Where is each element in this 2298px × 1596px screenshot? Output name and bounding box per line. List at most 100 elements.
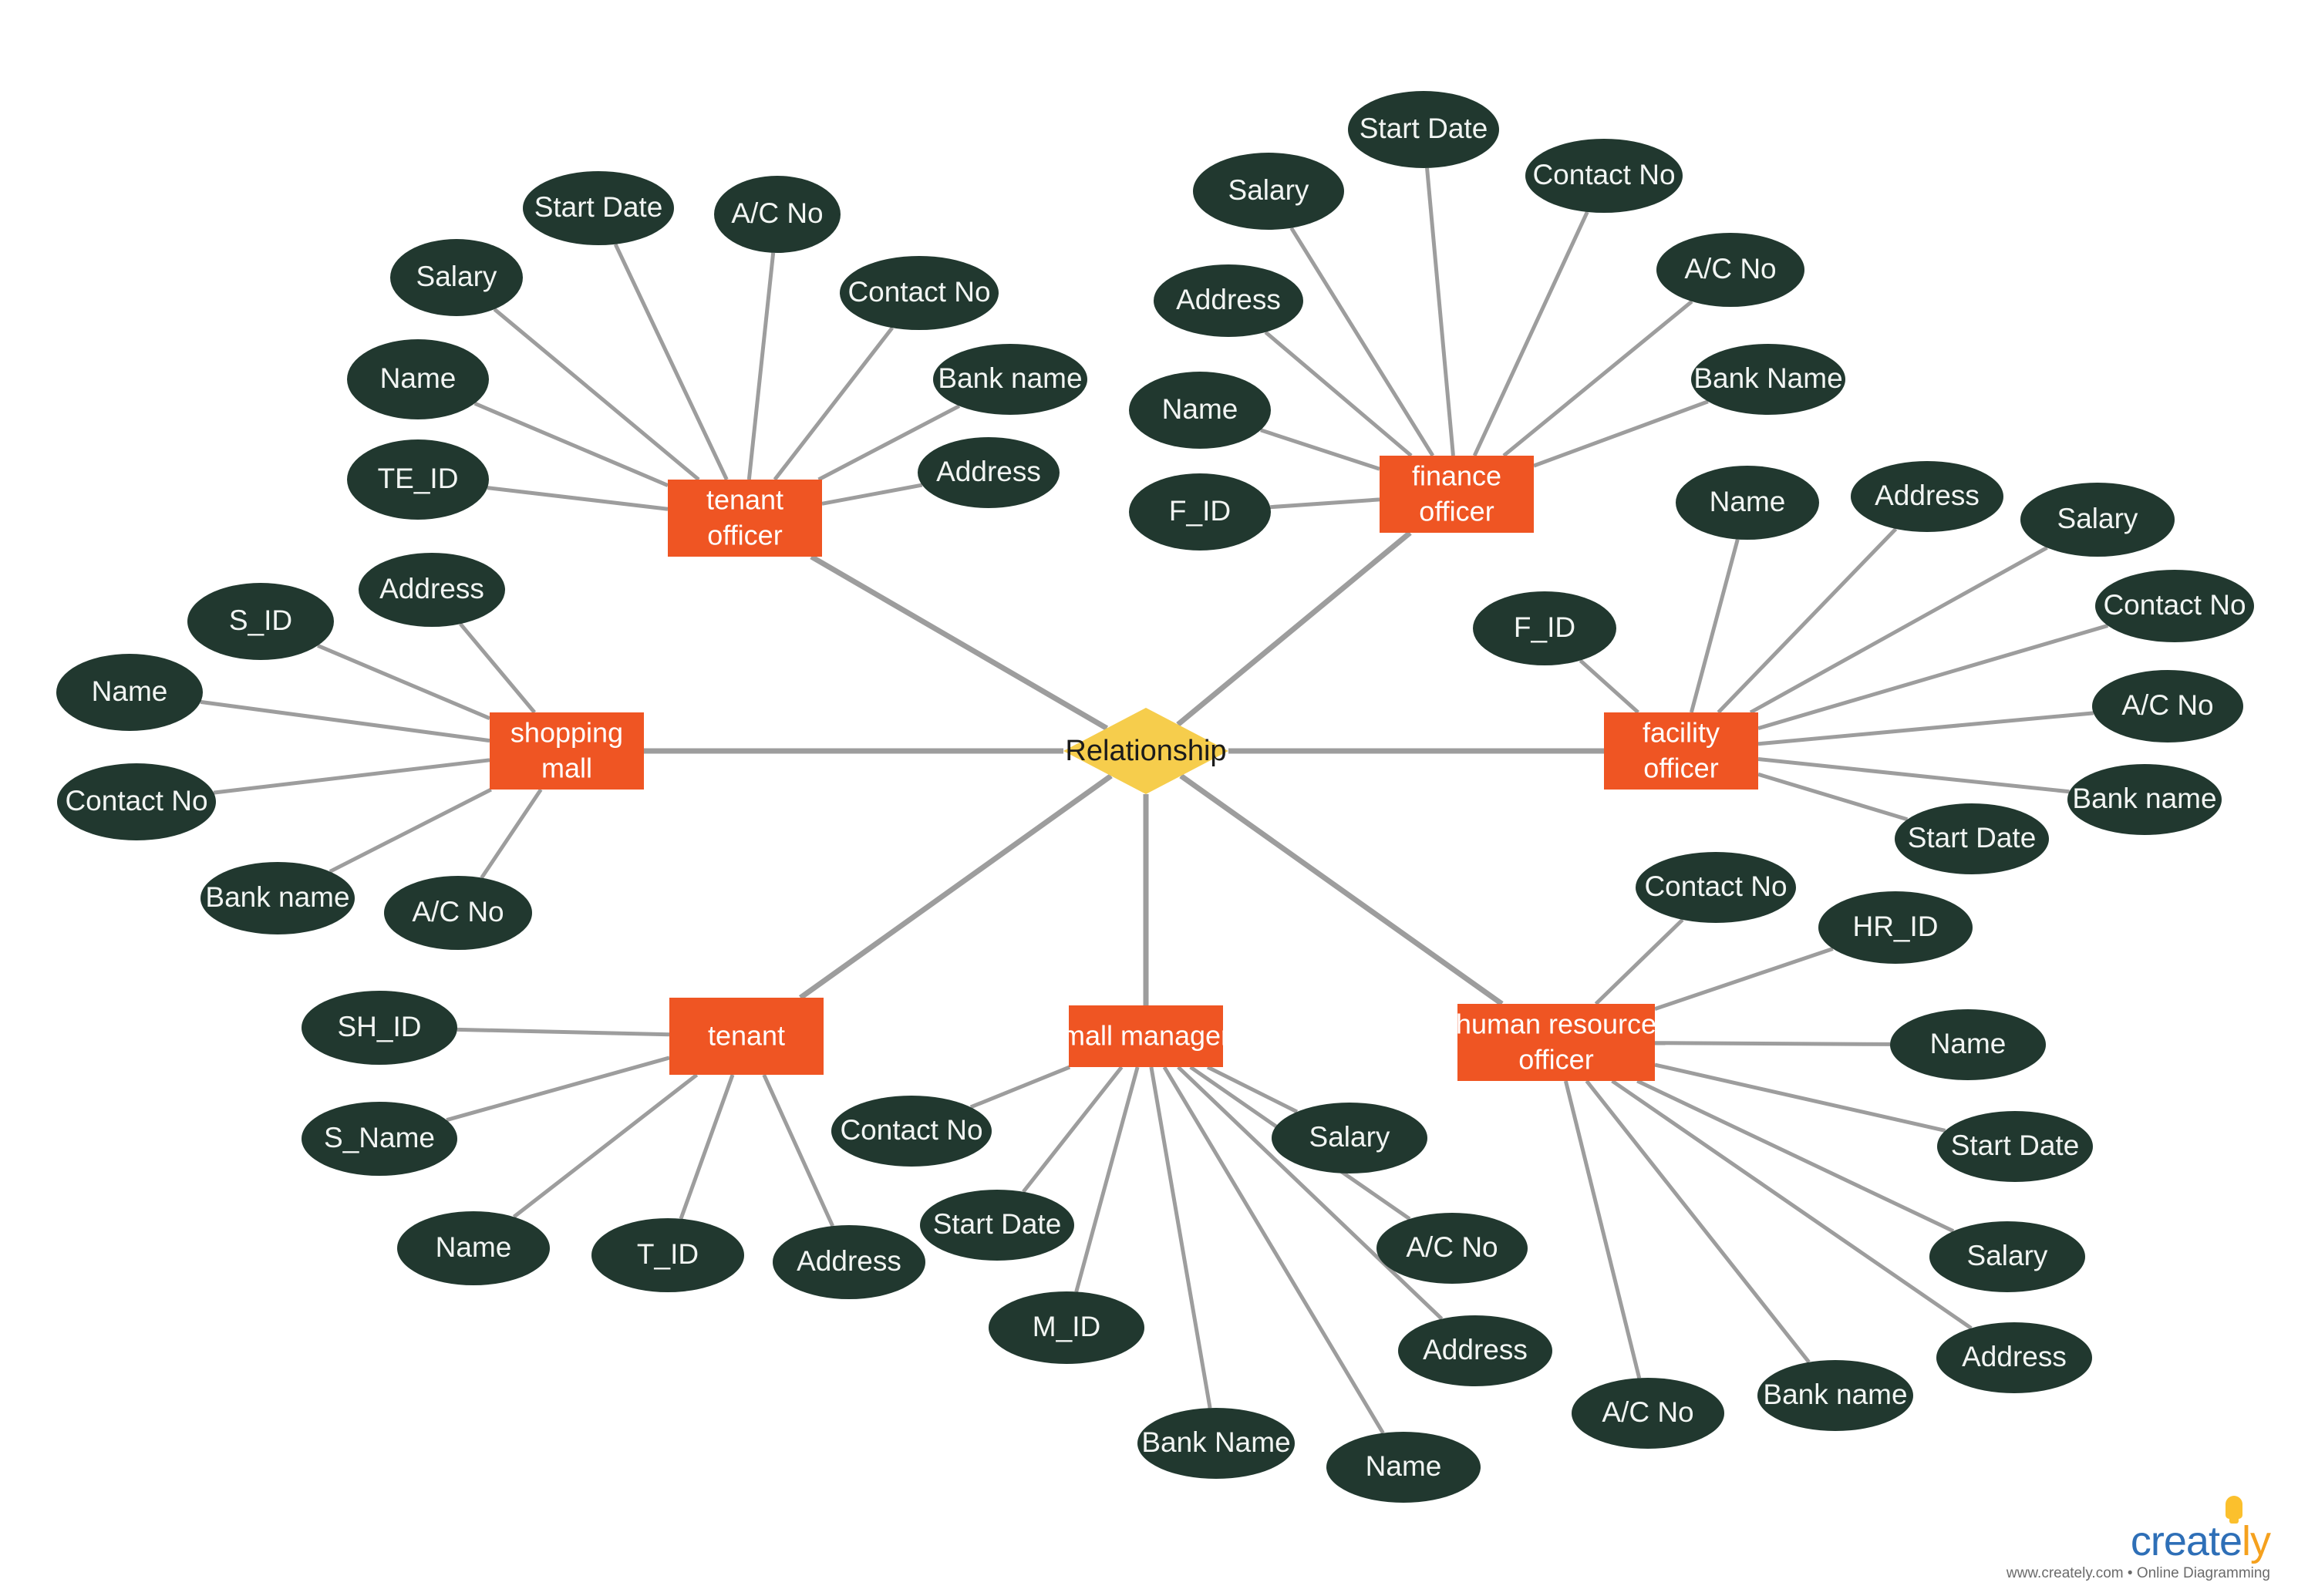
entity-node-tenant_officer[interactable]: tenant officer — [668, 480, 822, 557]
attribute-node-hr_name[interactable]: Name — [1890, 1009, 2046, 1080]
brand-mid: e — [2219, 1518, 2242, 1564]
attribute-label: Name — [1710, 486, 1786, 517]
attribute-node-to_ac_no[interactable]: A/C No — [714, 176, 841, 253]
entity-label-line: mall manager — [1062, 1020, 1230, 1052]
attribute-node-t_name[interactable]: Name — [397, 1211, 550, 1285]
attribute-node-fa_start_date[interactable]: Start Date — [1895, 803, 2049, 874]
attribute-node-to_contact_no[interactable]: Contact No — [840, 256, 999, 330]
entity-node-shopping_mall[interactable]: shopping mall — [490, 712, 644, 790]
entity-label-line: mall — [541, 753, 592, 784]
attribute-node-hr_hr_id[interactable]: HR_ID — [1818, 891, 1973, 964]
attribute-node-sm_bank_name[interactable]: Bank name — [200, 862, 355, 934]
attribute-label: Contact No — [840, 1114, 982, 1146]
attribute-node-mm_bank_name[interactable]: Bank Name — [1137, 1408, 1295, 1479]
attribute-label: TE_ID — [378, 463, 459, 494]
attribute-node-fa_name[interactable]: Name — [1676, 466, 1819, 540]
attribute-node-mm_name[interactable]: Name — [1326, 1432, 1481, 1503]
attribute-node-fo_salary[interactable]: Salary — [1193, 153, 1344, 230]
entity-label-line: shopping — [510, 717, 623, 749]
attribute-label: Name — [380, 362, 457, 394]
attribute-label: Contact No — [1532, 159, 1675, 190]
attribute-node-sm_ac_no[interactable]: A/C No — [384, 876, 532, 950]
attribute-node-fa_contact_no[interactable]: Contact No — [2095, 570, 2254, 642]
attribute-label: Bank Name — [1693, 362, 1842, 394]
attribute-label: Bank name — [1763, 1379, 1907, 1410]
attribute-label: A/C No — [1602, 1396, 1693, 1428]
lightbulb-icon — [2226, 1496, 2242, 1524]
attribute-node-mm_start_date[interactable]: Start Date — [920, 1190, 1074, 1261]
entity-node-tenant[interactable]: tenant — [669, 998, 824, 1075]
attribute-node-t_address[interactable]: Address — [773, 1225, 925, 1299]
attribute-node-mm_address[interactable]: Address — [1398, 1315, 1552, 1386]
attribute-node-fa_ac_no[interactable]: A/C No — [2092, 670, 2243, 742]
attribute-label: Start Date — [1360, 113, 1488, 144]
attribute-node-fo_contact_no[interactable]: Contact No — [1525, 139, 1683, 213]
entity-node-mall_manager[interactable]: mall manager — [1062, 1005, 1230, 1067]
attribute-node-hr_contact_no[interactable]: Contact No — [1636, 852, 1796, 923]
attribute-label: Address — [1962, 1341, 2067, 1372]
attribute-label: F_ID — [1169, 495, 1231, 527]
attribute-node-to_bank_name[interactable]: Bank name — [933, 344, 1087, 415]
attribute-node-mm_salary[interactable]: Salary — [1272, 1103, 1427, 1173]
attribute-node-fo_name[interactable]: Name — [1129, 372, 1271, 449]
attribute-label: Name — [1930, 1028, 2007, 1059]
creately-logo: creately — [2130, 1496, 2271, 1564]
attribute-label: Address — [936, 456, 1041, 487]
entity-node-facility_officer[interactable]: facility officer — [1604, 712, 1758, 790]
attribute-label: Start Date — [1908, 822, 2037, 854]
attribute-label: Salary — [1309, 1121, 1390, 1153]
attribute-node-mm_m_id[interactable]: M_ID — [989, 1291, 1144, 1364]
entity-node-finance_officer[interactable]: finance officer — [1380, 456, 1534, 533]
attribute-label: A/C No — [2121, 689, 2213, 721]
entity-node-hr_officer[interactable]: human resource officer — [1456, 1004, 1656, 1081]
attribute-node-fa_bank_name[interactable]: Bank name — [2067, 764, 2222, 835]
attribute-node-fa_f_id[interactable]: F_ID — [1473, 591, 1616, 665]
attribute-node-fo_start_date[interactable]: Start Date — [1348, 91, 1499, 168]
attribute-node-to_name[interactable]: Name — [347, 339, 489, 419]
creately-watermark: creately www.creately.com • Online Diagr… — [2006, 1496, 2271, 1582]
attribute-node-hr_salary[interactable]: Salary — [1929, 1221, 2085, 1292]
attribute-label: Salary — [1228, 174, 1309, 206]
attribute-node-sm_name[interactable]: Name — [56, 654, 203, 731]
attribute-label: Name — [436, 1231, 512, 1263]
brand-prefix: creat — [2130, 1518, 2220, 1564]
attribute-node-to_address[interactable]: Address — [918, 437, 1060, 508]
attribute-node-mm_contact_no[interactable]: Contact No — [831, 1096, 992, 1167]
attribute-node-sm_address[interactable]: Address — [359, 553, 505, 627]
attribute-node-hr_start_date[interactable]: Start Date — [1937, 1111, 2093, 1182]
entity-label-line: officer — [707, 520, 782, 551]
attribute-label: Start Date — [1951, 1130, 2080, 1161]
attribute-label: Name — [1366, 1450, 1442, 1482]
er-diagram-canvas: Start Date A/C No Salary Contact No Name Bank… — [0, 0, 2298, 1596]
attribute-node-to_salary[interactable]: Salary — [390, 239, 523, 316]
attribute-node-hr_ac_no[interactable]: A/C No — [1572, 1378, 1724, 1449]
attribute-label: F_ID — [1514, 611, 1575, 643]
attribute-node-fo_address[interactable]: Address — [1154, 264, 1303, 337]
attribute-node-to_te_id[interactable]: TE_ID — [347, 439, 489, 520]
attribute-label: Start Date — [534, 191, 663, 223]
attribute-node-hr_bank_name[interactable]: Bank name — [1757, 1360, 1913, 1431]
attribute-label: Address — [1875, 480, 1980, 511]
relationship-label: Relationship — [1065, 735, 1226, 767]
attribute-label: Contact No — [847, 276, 990, 308]
attribute-label: Address — [797, 1245, 901, 1277]
watermark-tagline: www.creately.com • Online Diagramming — [2006, 1565, 2270, 1581]
attribute-node-sm_contact_no[interactable]: Contact No — [57, 763, 216, 840]
attribute-node-hr_address[interactable]: Address — [1936, 1322, 2092, 1393]
attribute-node-to_start_date[interactable]: Start Date — [523, 171, 674, 245]
attribute-node-t_t_id[interactable]: T_ID — [591, 1218, 744, 1292]
attribute-node-fa_salary[interactable]: Salary — [2020, 483, 2175, 557]
attribute-label: Bank name — [938, 362, 1082, 394]
attribute-node-mm_ac_no[interactable]: A/C No — [1376, 1213, 1528, 1284]
attribute-label: A/C No — [731, 197, 823, 229]
attribute-node-fo_f_id[interactable]: F_ID — [1129, 473, 1271, 551]
attribute-node-fo_ac_no[interactable]: A/C No — [1656, 233, 1804, 307]
attribute-node-t_s_name[interactable]: S_Name — [302, 1102, 457, 1176]
attribute-label: Salary — [2057, 503, 2138, 534]
entity-label-line: tenant — [706, 484, 783, 516]
attribute-node-fa_address[interactable]: Address — [1851, 461, 2003, 532]
attribute-node-t_sh_id[interactable]: SH_ID — [302, 991, 457, 1065]
attribute-node-sm_s_id[interactable]: S_ID — [187, 583, 334, 660]
attribute-node-fo_bank_name[interactable]: Bank Name — [1691, 344, 1845, 415]
attribute-label: Salary — [416, 261, 497, 292]
